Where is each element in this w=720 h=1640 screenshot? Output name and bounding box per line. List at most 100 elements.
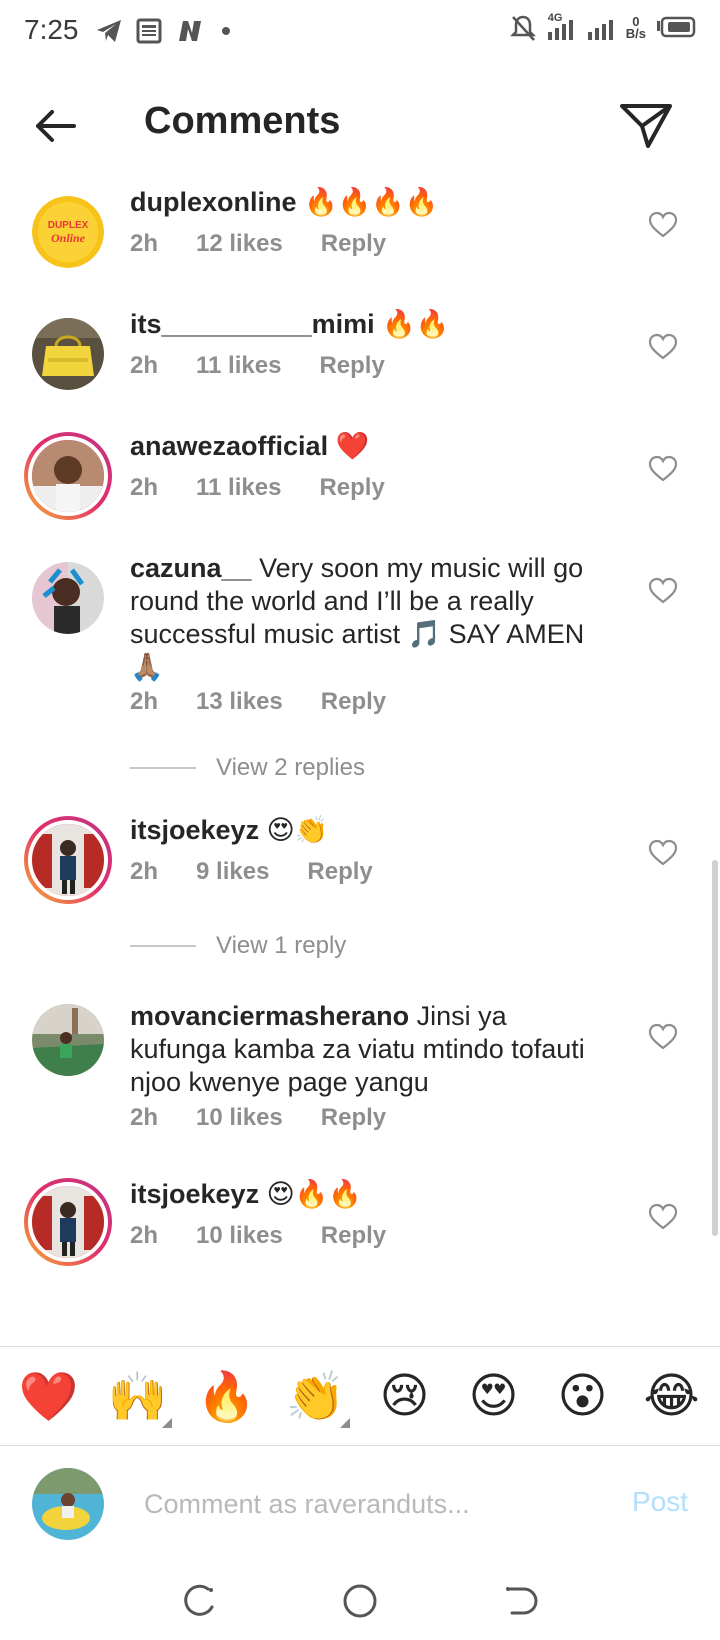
- scrollbar[interactable]: [712, 860, 718, 1236]
- view-replies-label: View 2 replies: [216, 754, 365, 781]
- comment-meta: 2h 11 likes Reply: [130, 352, 385, 380]
- comment-username[interactable]: movanciermasherano: [130, 1001, 409, 1031]
- comment-input[interactable]: [144, 1476, 584, 1532]
- reply-button[interactable]: Reply: [321, 1104, 386, 1132]
- avatar[interactable]: DUPLEX Online: [32, 196, 104, 268]
- back-nav-icon[interactable]: [498, 1579, 542, 1623]
- comment-text: itsjoekeyz 😍👏: [130, 814, 610, 847]
- skin-tone-indicator: [339, 1418, 350, 1428]
- comment-text: movanciermasherano Jinsi ya kufunga kamb…: [130, 1000, 610, 1099]
- arrow-left-icon[interactable]: [28, 98, 84, 154]
- view-replies-button[interactable]: View 1 reply: [130, 932, 346, 960]
- comment-text: duplexonline 🔥🔥🔥🔥: [130, 186, 610, 219]
- notification-dot: [222, 27, 230, 35]
- signal-icon: 4G: [546, 12, 576, 42]
- comment-username[interactable]: its__________mimi: [130, 309, 375, 339]
- comment-username[interactable]: anawezaofficial: [130, 431, 328, 461]
- battery-icon: [657, 16, 696, 38]
- comment-time: 2h: [130, 474, 159, 501]
- heart-icon[interactable]: [648, 1202, 678, 1232]
- heart-icon[interactable]: [648, 576, 678, 606]
- reply-button[interactable]: Reply: [319, 352, 384, 380]
- heart-icon[interactable]: [648, 838, 678, 868]
- comment-username[interactable]: cazuna__: [130, 553, 252, 583]
- comment-likes[interactable]: 13 likes: [196, 688, 283, 716]
- skin-tone-indicator: [161, 1418, 172, 1428]
- comment-time: 2h: [130, 1104, 159, 1131]
- comment-text: itsjoekeyz 😍🔥🔥: [130, 1178, 610, 1211]
- comment-content: 😍👏: [266, 815, 329, 845]
- comment-meta: 2h 13 likes Reply: [130, 688, 386, 716]
- paper-plane-icon[interactable]: [616, 94, 676, 154]
- comment-text: its__________mimi 🔥🔥: [130, 308, 610, 341]
- comment-time: 2h: [130, 1222, 159, 1249]
- heart-icon[interactable]: [648, 210, 678, 240]
- avatar[interactable]: [32, 562, 104, 634]
- reply-button[interactable]: Reply: [321, 1222, 386, 1250]
- comment-item: DUPLEX Online duplexonline 🔥🔥🔥🔥 2h 12 lik…: [0, 178, 720, 296]
- comment-likes[interactable]: 10 likes: [196, 1104, 283, 1132]
- comment-time: 2h: [130, 688, 159, 715]
- user-avatar[interactable]: [32, 1468, 104, 1540]
- emoji-heart-eyes[interactable]: 😍: [458, 1360, 530, 1432]
- reply-button[interactable]: Reply: [319, 474, 384, 502]
- comment-content: 🔥🔥: [382, 309, 450, 339]
- comment-content: 😍🔥🔥: [266, 1179, 362, 1209]
- view-replies-button[interactable]: View 2 replies: [130, 754, 365, 782]
- comment-username[interactable]: duplexonline: [130, 187, 297, 217]
- comment-meta: 2h 10 likes Reply: [130, 1104, 386, 1132]
- status-icons-left: [96, 18, 230, 44]
- comment-meta: 2h 12 likes Reply: [130, 230, 386, 258]
- emoji-surprised[interactable]: 😮: [547, 1360, 619, 1432]
- emoji-clapping[interactable]: 👏: [280, 1360, 352, 1432]
- comment-item: its__________mimi 🔥🔥 2h 11 likes Reply: [0, 300, 720, 418]
- emoji-crying[interactable]: 😢: [369, 1360, 441, 1432]
- heart-icon[interactable]: [648, 454, 678, 484]
- avatar[interactable]: [24, 432, 112, 520]
- telegram-icon: [97, 20, 121, 42]
- comment-likes[interactable]: 9 likes: [196, 858, 269, 886]
- header: Comments: [0, 66, 720, 178]
- n-app-icon: [179, 21, 201, 41]
- reply-button[interactable]: Reply: [321, 688, 386, 716]
- comment-likes[interactable]: 11 likes: [196, 474, 281, 502]
- avatar[interactable]: [24, 816, 112, 904]
- avatar[interactable]: [24, 1178, 112, 1266]
- comment-meta: 2h 9 likes Reply: [130, 858, 373, 886]
- emoji-laughing[interactable]: 😂: [636, 1360, 708, 1432]
- news-icon: [136, 18, 162, 44]
- home-icon[interactable]: [338, 1579, 382, 1623]
- comment-likes[interactable]: 11 likes: [196, 352, 281, 380]
- svg-text:Online: Online: [51, 231, 86, 245]
- status-bar: 7:25 4G 0 B/s: [0, 0, 720, 66]
- comment-text: anawezaofficial ❤️: [130, 430, 610, 463]
- view-replies-label: View 1 reply: [216, 932, 347, 959]
- heart-icon[interactable]: [648, 332, 678, 362]
- comment-username[interactable]: itsjoekeyz: [130, 1179, 259, 1209]
- comment-content: 🔥🔥🔥🔥: [304, 187, 439, 217]
- svg-text:DUPLEX: DUPLEX: [48, 220, 89, 231]
- status-icons-right: 4G 0 B/s: [509, 12, 696, 42]
- comment-likes[interactable]: 10 likes: [196, 1222, 283, 1250]
- post-button[interactable]: Post: [632, 1486, 688, 1518]
- comment-item: itsjoekeyz 😍🔥🔥 2h 10 likes Reply: [0, 1178, 720, 1296]
- comment-meta: 2h 10 likes Reply: [130, 1222, 386, 1250]
- comment-likes[interactable]: 12 likes: [196, 230, 283, 258]
- emoji-fire[interactable]: 🔥: [191, 1360, 263, 1432]
- comment-item: itsjoekeyz 😍👏 2h 9 likes Reply View 1 re…: [0, 814, 720, 994]
- emoji-raised-hands[interactable]: 🙌: [102, 1360, 174, 1432]
- reply-button[interactable]: Reply: [307, 858, 372, 886]
- recent-apps-icon[interactable]: [178, 1579, 222, 1623]
- comment-item: anawezaofficial ❤️ 2h 11 likes Reply: [0, 422, 720, 540]
- reply-button[interactable]: Reply: [321, 230, 386, 258]
- avatar[interactable]: [32, 1004, 104, 1076]
- comment-list[interactable]: DUPLEX Online duplexonline 🔥🔥🔥🔥 2h 12 lik…: [0, 178, 720, 1346]
- comment-content: ❤️: [335, 431, 370, 461]
- comment-time: 2h: [130, 352, 159, 379]
- avatar[interactable]: [32, 318, 104, 390]
- emoji-heart[interactable]: ❤️: [13, 1360, 85, 1432]
- replies-divider: [130, 945, 196, 947]
- emoji-quick-bar: ❤️ 🙌 🔥 👏 😢 😍 😮 😂: [0, 1346, 720, 1446]
- heart-icon[interactable]: [648, 1022, 678, 1052]
- comment-username[interactable]: itsjoekeyz: [130, 815, 259, 845]
